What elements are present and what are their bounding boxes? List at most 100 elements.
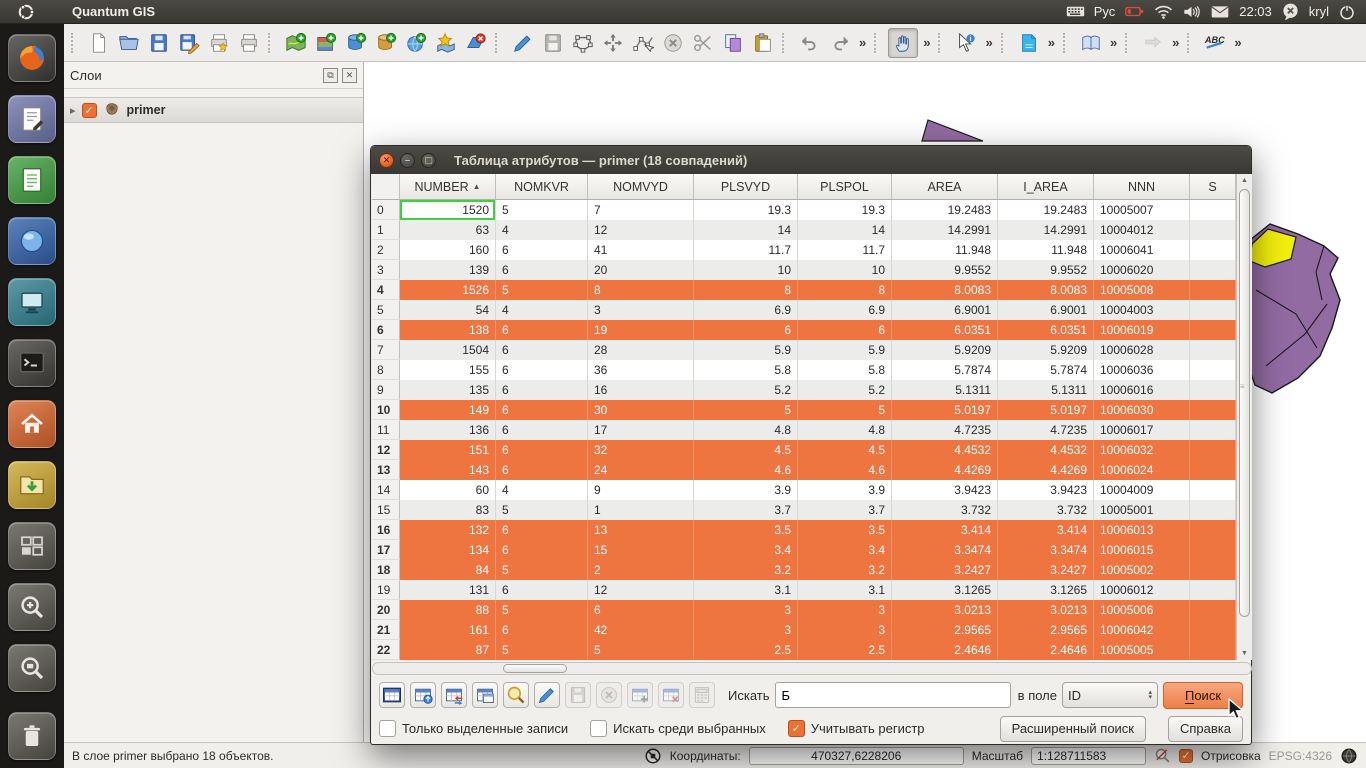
table-row[interactable]: 81556365.85.85.78745.787410006036 xyxy=(372,360,1252,380)
table-cell[interactable]: 160 xyxy=(400,240,496,260)
table-cell[interactable]: 10006016 xyxy=(1094,380,1190,400)
row-number-cell[interactable]: 6 xyxy=(372,320,400,340)
new-bookmark-button[interactable] xyxy=(432,29,460,57)
table-cell[interactable]: 8 xyxy=(588,280,694,300)
table-cell[interactable]: 3.4 xyxy=(798,540,892,560)
table-cell[interactable] xyxy=(1190,600,1236,620)
table-cell[interactable]: 10 xyxy=(694,260,798,280)
table-cell[interactable]: 3 xyxy=(694,620,798,640)
row-number-cell[interactable]: 10 xyxy=(372,400,400,420)
table-cell[interactable] xyxy=(1190,640,1236,660)
table-cell[interactable]: 10006013 xyxy=(1094,520,1190,540)
table-cell[interactable]: 10005008 xyxy=(1094,280,1190,300)
table-cell[interactable]: 5.7874 xyxy=(892,360,998,380)
table-cell[interactable]: 15 xyxy=(588,540,694,560)
toolbar-overflow-chevron[interactable]: » xyxy=(1107,35,1120,50)
table-row[interactable]: 10149630555.01975.019710006030 xyxy=(372,400,1252,420)
launcher-item-trash[interactable] xyxy=(8,712,56,760)
table-cell[interactable]: 12 xyxy=(588,220,694,240)
only-selected-records-checkbox-group[interactable]: Только выделенные записи xyxy=(379,720,568,737)
table-cell[interactable] xyxy=(1190,340,1236,360)
table-cell[interactable]: 12 xyxy=(588,580,694,600)
table-cell[interactable]: 2 xyxy=(588,560,694,580)
row-number-cell[interactable]: 2 xyxy=(372,240,400,260)
table-cell[interactable]: 10004009 xyxy=(1094,480,1190,500)
scroll-up-icon[interactable]: ▲ xyxy=(1237,174,1252,187)
save-edits-button[interactable] xyxy=(565,682,591,708)
table-cell[interactable]: 87 xyxy=(400,640,496,660)
table-cell[interactable] xyxy=(1190,360,1236,380)
table-cell[interactable] xyxy=(1190,500,1236,520)
table-cell[interactable]: 6 xyxy=(496,320,588,340)
advanced-search-button[interactable]: Расширенный поиск xyxy=(1000,716,1146,742)
launcher-item-workspace-switcher[interactable] xyxy=(8,522,56,570)
table-cell[interactable]: 9.9552 xyxy=(998,260,1094,280)
expander-icon[interactable]: ▸ xyxy=(70,104,76,117)
save-project-button[interactable] xyxy=(145,29,173,57)
table-cell[interactable]: 14.2991 xyxy=(892,220,998,240)
table-cell[interactable]: 3.5 xyxy=(694,520,798,540)
table-cell[interactable]: 4 xyxy=(496,300,588,320)
table-cell[interactable]: 10004003 xyxy=(1094,300,1190,320)
unselect-all-button[interactable] xyxy=(379,682,405,708)
move-selection-top-button[interactable] xyxy=(410,682,436,708)
row-number-cell[interactable]: 15 xyxy=(372,500,400,520)
table-cell[interactable]: 6 xyxy=(694,320,798,340)
close-icon[interactable]: ✕ xyxy=(379,153,394,168)
table-cell[interactable]: 2.4646 xyxy=(892,640,998,660)
power-icon[interactable] xyxy=(1338,3,1356,21)
table-cell[interactable]: 6 xyxy=(588,600,694,620)
scale-lock-icon[interactable] xyxy=(1154,747,1171,764)
table-cell[interactable]: 7 xyxy=(588,200,694,220)
table-row[interactable]: 015205719.319.319.248319.248310005007 xyxy=(372,200,1252,220)
table-cell[interactable]: 6 xyxy=(496,400,588,420)
table-cell[interactable]: 5.9209 xyxy=(892,340,998,360)
table-cell[interactable]: 1526 xyxy=(400,280,496,300)
table-row[interactable]: 91356165.25.25.13115.131110006016 xyxy=(372,380,1252,400)
table-cell[interactable]: 6 xyxy=(496,420,588,440)
launcher-item-text-editor[interactable] xyxy=(8,95,56,143)
table-cell[interactable]: 16 xyxy=(588,380,694,400)
table-cell[interactable]: 63 xyxy=(400,220,496,240)
table-cell[interactable]: 8 xyxy=(694,280,798,300)
remove-layer-button[interactable] xyxy=(462,29,490,57)
me-menu-icon[interactable] xyxy=(1281,2,1300,21)
table-cell[interactable]: 30 xyxy=(588,400,694,420)
table-cell[interactable]: 5 xyxy=(496,560,588,580)
table-cell[interactable]: 3.9 xyxy=(798,480,892,500)
vertical-scrollbar[interactable]: ▲ ≡ ▼ xyxy=(1236,174,1252,660)
table-cell[interactable]: 3.2427 xyxy=(998,560,1094,580)
table-cell[interactable]: 11.7 xyxy=(694,240,798,260)
capture-polygon-button[interactable] xyxy=(569,29,597,57)
table-cell[interactable]: 24 xyxy=(588,460,694,480)
table-cell[interactable]: 6.0351 xyxy=(998,320,1094,340)
table-cell[interactable]: 14.2991 xyxy=(998,220,1094,240)
table-cell[interactable]: 14 xyxy=(694,220,798,240)
add-vector-layer-button[interactable] xyxy=(282,29,310,57)
battery-icon[interactable] xyxy=(1124,2,1145,21)
table-cell[interactable] xyxy=(1190,620,1236,640)
table-cell[interactable] xyxy=(1190,280,1236,300)
column-header-NOMKVR[interactable]: NOMKVR xyxy=(496,174,588,199)
panel-close-icon[interactable]: ✕ xyxy=(342,68,357,83)
table-cell[interactable]: 3.9423 xyxy=(998,480,1094,500)
table-cell[interactable]: 3.3474 xyxy=(892,540,998,560)
horizontal-scroll-thumb[interactable] xyxy=(503,664,567,673)
row-number-cell[interactable]: 11 xyxy=(372,420,400,440)
table-cell[interactable]: 5.9 xyxy=(694,340,798,360)
table-cell[interactable]: 11.948 xyxy=(998,240,1094,260)
volume-icon[interactable] xyxy=(1182,2,1201,21)
table-cell[interactable]: 1504 xyxy=(400,340,496,360)
table-cell[interactable] xyxy=(1190,540,1236,560)
table-cell[interactable]: 11.7 xyxy=(798,240,892,260)
horizontal-scrollbar[interactable] xyxy=(372,662,1252,675)
table-cell[interactable]: 3.4 xyxy=(694,540,798,560)
table-cell[interactable]: 9.9552 xyxy=(892,260,998,280)
toolbar-overflow-chevron[interactable]: » xyxy=(1231,35,1244,50)
table-cell[interactable]: 6 xyxy=(496,240,588,260)
table-cell[interactable] xyxy=(1190,560,1236,580)
table-cell[interactable]: 4 xyxy=(496,480,588,500)
table-cell[interactable]: 6.9 xyxy=(798,300,892,320)
table-cell[interactable]: 10005005 xyxy=(1094,640,1190,660)
table-cell[interactable]: 10004012 xyxy=(1094,220,1190,240)
